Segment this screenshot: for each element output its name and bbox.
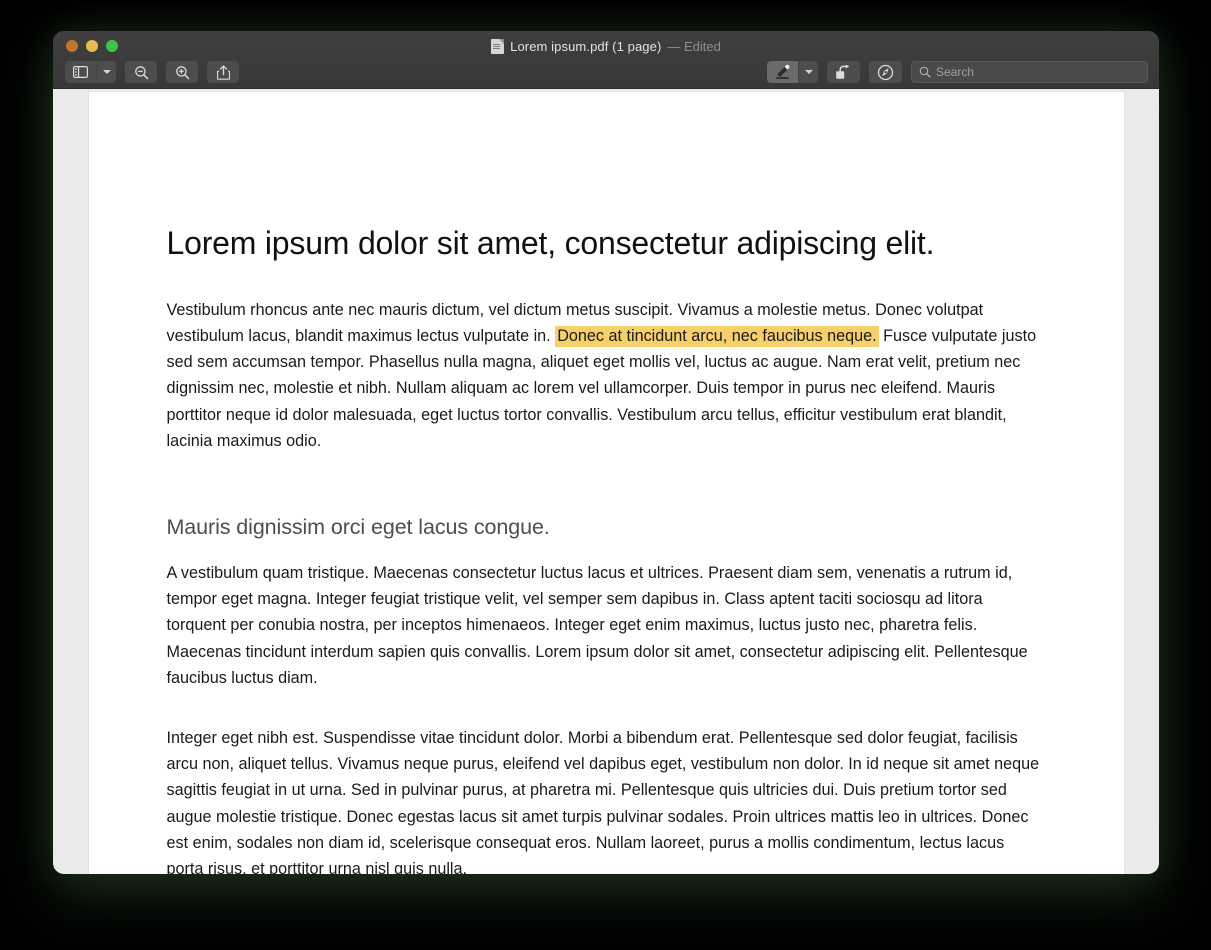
window-title-edited-badge: — Edited (667, 39, 721, 54)
minimize-button[interactable] (86, 40, 98, 52)
pdf-page[interactable]: Lorem ipsum dolor sit amet, consectetur … (88, 92, 1124, 874)
rotate-right-button[interactable] (827, 61, 860, 83)
highlight-tool-button[interactable] (767, 61, 818, 83)
paragraph-1: Vestibulum rhoncus ante nec mauris dictu… (167, 297, 1046, 454)
window-titlebar: Lorem ipsum.pdf (1 page) — Edited Search (53, 31, 1159, 89)
desktop-backdrop: Lorem ipsum.pdf (1 page) — Edited Search… (0, 0, 1211, 950)
markup-button[interactable] (869, 61, 902, 83)
highlighter-pen-icon (767, 61, 798, 83)
maximize-button[interactable] (106, 40, 118, 52)
close-button[interactable] (66, 40, 78, 52)
markup-pen-circle-icon (877, 64, 894, 81)
window-title-filename: Lorem ipsum.pdf (1 page) (510, 39, 662, 54)
paragraph-3: Integer eget nibh est. Suspendisse vitae… (166, 728, 1040, 874)
magnifier-plus-icon (175, 65, 190, 80)
toolbar-right-group: Search (767, 61, 1148, 83)
sidebar-toggle-button[interactable] (65, 61, 116, 83)
pdf-document-icon (491, 39, 505, 54)
sidebar-chevron-down-icon[interactable] (96, 61, 116, 83)
highlight-chevron-down-icon[interactable] (798, 61, 818, 83)
rotate-right-icon (835, 64, 852, 80)
highlighted-text[interactable]: Donec at tincidunt arcu, nec faucibus ne… (555, 325, 879, 347)
pdf-viewer-area[interactable]: Lorem ipsum dolor sit amet, consectetur … (53, 89, 1159, 874)
zoom-out-button[interactable] (125, 61, 157, 83)
search-field[interactable]: Search (911, 61, 1148, 83)
search-placeholder: Search (936, 65, 975, 79)
share-icon (217, 65, 230, 80)
magnifier-minus-icon (134, 65, 149, 80)
search-icon (919, 66, 931, 78)
document-subheading: Mauris dignissim orci eget lacus congue. (166, 514, 550, 539)
window-title: Lorem ipsum.pdf (1 page) — Edited (53, 39, 1159, 54)
traffic-lights (66, 40, 118, 52)
zoom-in-button[interactable] (166, 61, 198, 83)
document-heading: Lorem ipsum dolor sit amet, consectetur … (166, 225, 935, 261)
pdf-page-content: Lorem ipsum dolor sit amet, consectetur … (89, 225, 1124, 874)
preview-window: Lorem ipsum.pdf (1 page) — Edited Search… (53, 31, 1159, 874)
share-button[interactable] (207, 61, 239, 83)
sidebar-icon (65, 61, 96, 83)
toolbar-left-group (65, 61, 239, 83)
paragraph-2: A vestibulum quam tristique. Maecenas co… (166, 563, 1028, 687)
